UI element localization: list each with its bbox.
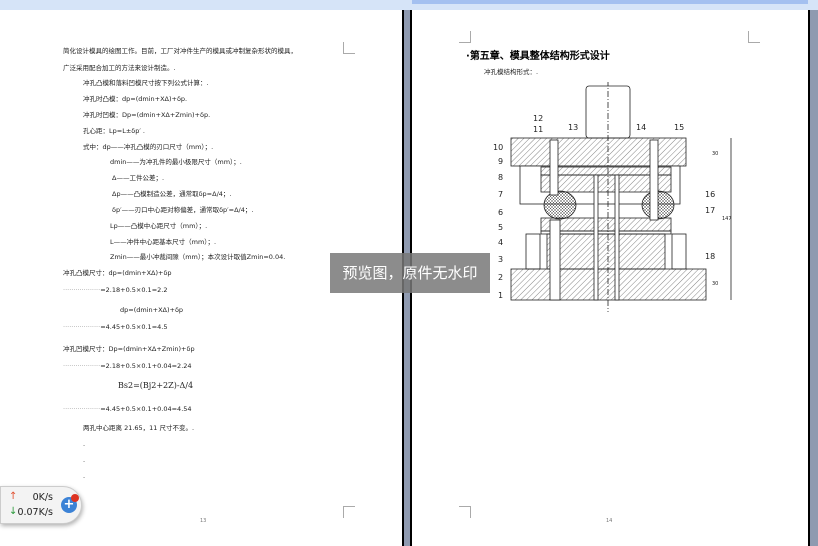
page-number: 13 xyxy=(200,518,207,524)
svg-text:6: 6 xyxy=(498,208,503,217)
svg-text:13: 13 xyxy=(568,123,578,132)
svg-text:15: 15 xyxy=(674,123,684,132)
formula: =4.45+0.5×0.1+0.04=4.54 xyxy=(100,405,192,413)
formula: 孔心距：Lp=L±δp′ . xyxy=(83,127,145,135)
body-text: dmin——为冲孔件的最小极限尺寸（mm）；. xyxy=(110,158,242,166)
dotted-leader: ··················=4.45+0.5×0.1+0.04=4.5… xyxy=(63,405,192,413)
body-text: 广泛采用配合加工的方法来设计制造。. xyxy=(63,64,176,72)
margin-corner xyxy=(343,42,355,54)
download-speed: 0.07K/s xyxy=(17,507,53,518)
dotted-leader: ··················=2.18+0.5×0.1+0.04=2.2… xyxy=(63,362,192,370)
watermark: 预览图，原件无水印 xyxy=(330,253,490,293)
horizontal-ruler[interactable] xyxy=(0,0,818,10)
chapter-heading-text: 第五章、模具整体结构形式设计 xyxy=(469,51,610,62)
svg-text:9: 9 xyxy=(498,157,503,166)
empty-paragraph: . xyxy=(83,440,86,448)
margin-corner xyxy=(459,506,471,518)
body-text: Lp——凸模中心距尺寸（mm）；. xyxy=(110,222,208,230)
empty-paragraph: . xyxy=(83,472,86,480)
body-text: 冲孔凸模和落料凹模尺寸按下列公式计算：. xyxy=(83,79,209,87)
download-arrow-icon: ↓ xyxy=(9,506,18,517)
chapter-heading: ·第五章、模具整体结构形式设计 xyxy=(466,51,610,62)
page-number: 14 xyxy=(606,518,613,524)
svg-text:1: 1 xyxy=(498,291,503,300)
page-gap xyxy=(810,10,818,546)
margin-corner xyxy=(343,506,355,518)
die-assembly-drawing: 1 2 3 4 5 6 7 8 9 10 11 12 13 14 15 16 1… xyxy=(493,82,732,312)
svg-text:147: 147 xyxy=(722,216,732,222)
body-text: δp′——刃口中心距对称偏差，通常取δp′=Δ/4；. xyxy=(112,206,254,214)
network-speed-widget[interactable]: ↑ ↓ 0K/s 0.07K/s + xyxy=(0,486,82,524)
svg-text:16: 16 xyxy=(705,190,715,199)
formula: =2.18+0.5×0.1=2.2 xyxy=(100,286,168,294)
upload-arrow-icon: ↑ xyxy=(9,491,18,502)
svg-text:2: 2 xyxy=(498,273,503,282)
formula: =4.45+0.5×0.1=4.5 xyxy=(100,323,168,331)
formula: 冲孔凸模尺寸：dp=(dmin+XΔ)+δp xyxy=(63,269,172,277)
svg-text:8: 8 xyxy=(498,173,503,182)
svg-text:7: 7 xyxy=(498,190,503,199)
formula: =2.18+0.5×0.1+0.04=2.24 xyxy=(100,362,192,370)
body-text: 简化设计模具的绘图工作。目前，工厂对冲件生产的模具或冲制复杂形状的模具， xyxy=(63,47,297,55)
dotted-leader: ··················=2.18+0.5×0.1=2.2 xyxy=(63,286,168,294)
svg-text:18: 18 xyxy=(705,252,715,261)
body-text: Zmin——最小冲裁间隙（mm）；本次设计取值Zmin=0.04. xyxy=(110,253,286,261)
formula: 冲孔时凸模：dp=(dmin+XΔ)+δp. xyxy=(83,95,188,103)
margin-corner xyxy=(748,31,760,43)
upload-speed: 0K/s xyxy=(32,492,53,503)
notification-dot xyxy=(71,494,79,502)
svg-text:14: 14 xyxy=(636,123,646,132)
body-text: 两孔中心距离 21.65，11 尺寸不变。. xyxy=(83,424,195,432)
body-text: Δp——凸模制造公差，通常取δp=Δ/4；. xyxy=(112,190,232,198)
svg-text:4: 4 xyxy=(498,238,503,247)
ruler-text-area[interactable] xyxy=(412,0,808,4)
body-text: 式中：dp——冲孔凸模的刃口尺寸（mm）；. xyxy=(83,143,214,151)
margin-corner xyxy=(459,31,471,43)
svg-text:30: 30 xyxy=(712,281,718,287)
body-text: L——冲件中心距基本尺寸（mm）；. xyxy=(110,238,217,246)
svg-text:12: 12 xyxy=(533,114,543,123)
formula: Bs2=(Bj2+2Z)-Δ/4 xyxy=(118,381,194,390)
svg-text:11: 11 xyxy=(533,125,543,134)
svg-text:17: 17 xyxy=(705,206,715,215)
formula: 冲孔时凹模：Dp=(dmin+XΔ+Zmin)+δp. xyxy=(83,111,211,119)
formula: dp=(dmin+XΔ)+δp xyxy=(120,306,184,314)
svg-text:10: 10 xyxy=(493,143,503,152)
svg-text:5: 5 xyxy=(498,223,503,232)
formula: 冲孔凹模尺寸：Dp=(dmin+XΔ+Zmin)+δp xyxy=(63,345,195,353)
empty-paragraph: . xyxy=(83,456,86,464)
svg-text:3: 3 xyxy=(498,255,503,264)
svg-text:30: 30 xyxy=(712,151,718,157)
dotted-leader: ··················=4.45+0.5×0.1=4.5 xyxy=(63,323,168,331)
body-text: Δ——工件公差；. xyxy=(112,174,165,182)
body-text: 冲孔模结构形式：. xyxy=(484,68,539,76)
